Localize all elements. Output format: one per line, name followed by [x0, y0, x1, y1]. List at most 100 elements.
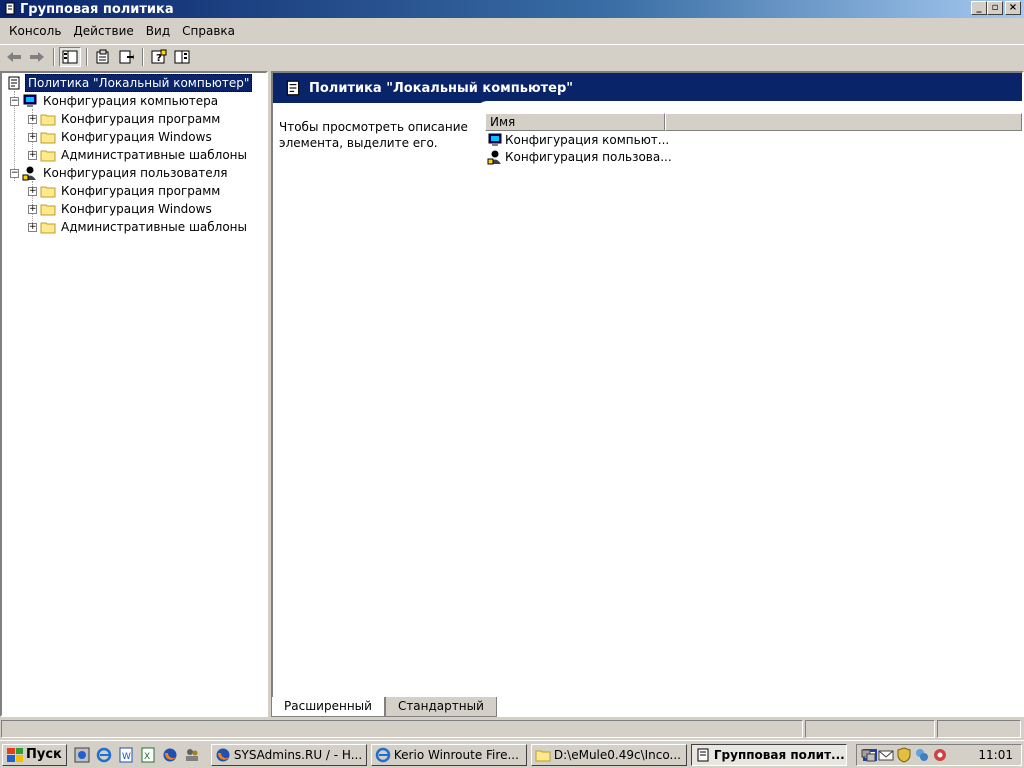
- task-label: D:\eMule0.49c\Inco...: [553, 747, 681, 762]
- details-header: Политика "Локальный компьютер": [273, 73, 1022, 103]
- properties-icon[interactable]: [92, 47, 114, 67]
- restore-button[interactable]: ▫: [987, 1, 1003, 15]
- export-list-icon[interactable]: [115, 47, 137, 67]
- folder-icon: [40, 219, 56, 235]
- expand-icon[interactable]: +: [28, 150, 37, 160]
- list-item-label: Конфигурация компьют...: [505, 132, 670, 147]
- column-header-name[interactable]: Имя: [485, 113, 665, 131]
- toolbar: ?: [0, 44, 1024, 68]
- user-icon: [22, 165, 38, 181]
- toolbar-separator: [142, 47, 144, 66]
- tree-item-windows-settings[interactable]: + Конфигурация Windows: [28, 128, 214, 146]
- tree-pane[interactable]: Политика "Локальный компьютер" − Конфигу…: [0, 71, 268, 717]
- network-icon[interactable]: [860, 747, 876, 763]
- tree-item-user-windows-settings[interactable]: + Конфигурация Windows: [28, 200, 214, 218]
- taskbar: Пуск W X SYSAdmins.RU / - H... Kerio Win…: [0, 740, 1024, 768]
- computer-icon: [487, 132, 503, 148]
- word-icon[interactable]: W: [117, 746, 135, 764]
- folder-icon: [40, 201, 56, 217]
- toolbar-separator: [86, 47, 88, 66]
- description-text: Чтобы просмотреть описание элемента, выд…: [279, 120, 468, 150]
- tab-standard[interactable]: Стандартный: [384, 697, 497, 717]
- svg-text:X: X: [144, 752, 150, 762]
- scroll-icon: [6, 75, 22, 91]
- firefox-icon[interactable]: [161, 746, 179, 764]
- windows-logo-icon: [7, 747, 23, 762]
- menu-view[interactable]: Вид: [140, 24, 176, 38]
- security-alert-icon[interactable]: [932, 747, 948, 763]
- tree-item-user-config[interactable]: − Конфигурация пользователя: [10, 164, 229, 182]
- task-label: Kerio Winroute Fire...: [393, 747, 519, 762]
- close-button[interactable]: ×: [1005, 1, 1021, 15]
- window-title: Групповая политика: [20, 1, 174, 17]
- tree-item-label: Конфигурация программ: [61, 112, 221, 126]
- tree-item-root[interactable]: Политика "Локальный компьютер": [6, 74, 253, 92]
- expand-icon[interactable]: +: [28, 114, 37, 124]
- status-cell-main: [1, 720, 803, 738]
- excel-icon[interactable]: X: [139, 746, 157, 764]
- user-icon: [487, 149, 503, 165]
- quick-launch: W X: [73, 746, 205, 764]
- shield-icon[interactable]: [896, 747, 912, 763]
- menu-console[interactable]: Консоль: [3, 24, 67, 38]
- list-header: Имя: [485, 113, 1022, 131]
- computer-icon: [22, 93, 38, 109]
- collapse-icon[interactable]: −: [10, 168, 19, 178]
- task-label: Групповая полит...: [713, 747, 845, 762]
- internet-explorer-icon: [375, 747, 391, 763]
- menu-action[interactable]: Действие: [67, 24, 139, 38]
- minimize-button[interactable]: _: [971, 1, 987, 15]
- show-hide-tree-icon[interactable]: [59, 46, 81, 67]
- clock[interactable]: 11:01: [978, 748, 1013, 762]
- tree-item-user-admin-templates[interactable]: + Административные шаблоны: [28, 218, 249, 236]
- folder-icon: [40, 147, 56, 163]
- internet-explorer-icon[interactable]: [95, 746, 113, 764]
- start-button[interactable]: Пуск: [2, 743, 67, 766]
- task-button-active[interactable]: Групповая полит...: [690, 743, 847, 766]
- control-panel-icon[interactable]: [73, 746, 91, 764]
- tree-item-label: Конфигурация пользователя: [43, 166, 228, 180]
- task-button[interactable]: Kerio Winroute Fire...: [370, 743, 527, 766]
- tree-item-label: Конфигурация программ: [61, 184, 221, 198]
- users-icon[interactable]: [183, 746, 201, 764]
- task-button[interactable]: D:\eMule0.49c\Inco...: [530, 743, 687, 766]
- task-buttons: SYSAdmins.RU / - H... Kerio Winroute Fir…: [210, 743, 851, 766]
- task-button[interactable]: SYSAdmins.RU / - H...: [210, 743, 367, 766]
- back-icon[interactable]: [3, 47, 25, 67]
- details-pane: Политика "Локальный компьютер" Чтобы про…: [271, 71, 1024, 717]
- status-bar: [0, 719, 1024, 739]
- menu-help[interactable]: Справка: [176, 24, 241, 38]
- expand-icon[interactable]: +: [28, 222, 37, 232]
- title-bar[interactable]: Групповая политика _ ▫ ×: [0, 0, 1024, 18]
- tree-item-user-software-settings[interactable]: + Конфигурация программ: [28, 182, 222, 200]
- list-item[interactable]: Конфигурация пользова...: [485, 148, 1022, 165]
- view-icon[interactable]: [171, 47, 193, 67]
- menu-bar: Консоль Действие Вид Справка: [0, 20, 1024, 42]
- forward-icon[interactable]: [26, 47, 48, 67]
- expand-icon[interactable]: +: [28, 186, 37, 196]
- expand-icon[interactable]: +: [28, 132, 37, 142]
- scroll-icon: [695, 747, 711, 763]
- folder-icon: [40, 183, 56, 199]
- firefox-icon: [215, 747, 231, 763]
- tree-item-label: Административные шаблоны: [61, 148, 248, 162]
- tree-item-computer-config[interactable]: − Конфигурация компьютера: [10, 92, 220, 110]
- column-header-empty: [665, 113, 1022, 131]
- tree-item-software-settings[interactable]: + Конфигурация программ: [28, 110, 222, 128]
- tree-item-admin-templates[interactable]: + Административные шаблоны: [28, 146, 249, 164]
- collapse-icon[interactable]: −: [10, 96, 19, 106]
- tree-item-label: Конфигурация компьютера: [43, 94, 219, 108]
- start-label: Пуск: [26, 747, 62, 762]
- expand-icon[interactable]: +: [28, 204, 37, 214]
- items-list[interactable]: Имя Конфигурация компьют... Конфигурация…: [485, 113, 1022, 165]
- folder-icon: [40, 111, 56, 127]
- tree-item-label: Конфигурация Windows: [61, 130, 212, 144]
- task-label: SYSAdmins.RU / - H...: [233, 747, 363, 762]
- help-icon[interactable]: ?: [148, 47, 170, 67]
- mail-icon[interactable]: [878, 747, 894, 763]
- list-item[interactable]: Конфигурация компьют...: [485, 131, 1022, 148]
- toolbar-separator: [53, 47, 55, 66]
- network-connections-icon[interactable]: [914, 747, 930, 763]
- header-curve: [477, 101, 1022, 111]
- tab-extended[interactable]: Расширенный: [271, 697, 385, 717]
